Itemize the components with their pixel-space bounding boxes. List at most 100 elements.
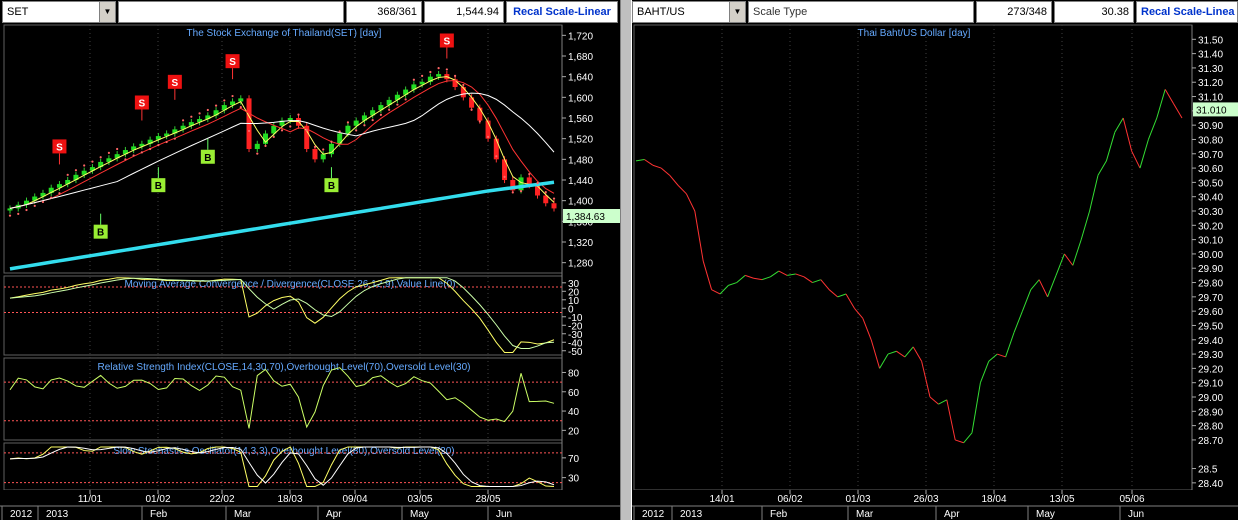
sar-dot bbox=[66, 173, 69, 176]
date-tick-label: 01/03 bbox=[845, 494, 870, 505]
date-tick-label: 14/01 bbox=[709, 494, 734, 505]
baht-plot-area bbox=[633, 24, 1193, 491]
sar-dot bbox=[511, 191, 514, 194]
sell-signal-label: S bbox=[229, 57, 236, 68]
sar-dot bbox=[256, 152, 259, 155]
sar-dot bbox=[388, 108, 391, 111]
date-tick-label: 06/02 bbox=[777, 494, 802, 505]
baht-tick-label: 29.80 bbox=[1198, 279, 1223, 290]
baht-chart-pane[interactable]: BAHT/US ▼ Scale Type 273/348 30.38 Recal… bbox=[632, 0, 1238, 520]
sar-dot bbox=[214, 104, 218, 107]
macd-tick-label: -50 bbox=[568, 347, 583, 358]
sar-dot bbox=[313, 145, 317, 149]
sar-dot bbox=[486, 135, 490, 138]
month-label: 2012 bbox=[642, 509, 665, 520]
date-tick-label: 05/06 bbox=[1119, 494, 1144, 505]
sar-dot bbox=[297, 113, 300, 116]
sar-dot bbox=[404, 98, 407, 101]
sar-dot bbox=[355, 129, 358, 132]
sar-dot bbox=[165, 140, 168, 144]
sar-dot bbox=[421, 74, 424, 77]
sar-dot bbox=[50, 196, 53, 199]
sell-signal-label: S bbox=[172, 78, 179, 89]
baht-tick-label: 28.70 bbox=[1198, 436, 1223, 447]
sar-dot bbox=[371, 118, 374, 122]
stoch-tick-label: 70 bbox=[568, 454, 580, 465]
candle-body bbox=[254, 143, 260, 149]
sar-dot bbox=[478, 120, 481, 123]
sar-dot bbox=[247, 129, 251, 133]
price-tick-label: 1,640 bbox=[568, 73, 593, 84]
price-tick-label: 1,320 bbox=[568, 238, 593, 249]
date-tick-label: 01/02 bbox=[145, 494, 170, 505]
baht-tick-label: 28.5 bbox=[1198, 465, 1218, 476]
sar-dot bbox=[346, 121, 350, 124]
month-label: Mar bbox=[856, 509, 874, 520]
candle-body bbox=[436, 74, 442, 77]
baht-tick-label: 30.70 bbox=[1198, 150, 1223, 161]
baht-chart-svg: Thai Baht/US Dollar [day] 31.50 31.40 31.30… bbox=[632, 24, 1238, 520]
date-tick-label: 18/03 bbox=[277, 494, 302, 505]
price-tick-label: 1,480 bbox=[568, 155, 593, 166]
baht-tick-label: 30.10 bbox=[1198, 236, 1223, 247]
date-tick-label: 11/01 bbox=[78, 494, 103, 505]
month-label: Jun bbox=[1128, 509, 1144, 520]
sar-dot bbox=[157, 144, 160, 147]
sar-dot bbox=[495, 155, 498, 158]
baht-panel-title: Thai Baht/US Dollar [day] bbox=[858, 28, 971, 39]
month-label: 2012 bbox=[10, 509, 33, 520]
sar-dot bbox=[17, 212, 20, 215]
baht-tick-label: 28.40 bbox=[1198, 479, 1223, 490]
date-tick-label: 26/03 bbox=[913, 494, 938, 505]
sar-dot bbox=[74, 169, 78, 172]
rsi-tick-label: 20 bbox=[568, 426, 580, 437]
sar-dot bbox=[149, 147, 152, 151]
sar-dot bbox=[437, 67, 440, 70]
candle-body bbox=[312, 149, 318, 160]
sar-dot bbox=[412, 78, 415, 81]
rsi-panel-title: Relative Strength Index(CLOSE,14,30,70),… bbox=[98, 362, 471, 373]
sar-dot bbox=[8, 214, 12, 217]
sar-dot bbox=[91, 160, 94, 163]
sar-dot bbox=[264, 144, 267, 147]
sar-dot bbox=[519, 190, 523, 193]
sar-dot bbox=[223, 99, 226, 102]
sar-dot bbox=[41, 200, 45, 204]
candle-body bbox=[551, 203, 557, 209]
month-label: Apr bbox=[326, 509, 342, 520]
buy-signal-label: B bbox=[204, 153, 211, 164]
rsi-tick-label: 80 bbox=[568, 368, 580, 379]
sar-dot bbox=[107, 151, 111, 154]
baht-tick-label: 29.10 bbox=[1198, 379, 1223, 390]
sar-dot bbox=[33, 204, 36, 207]
sar-dot bbox=[453, 74, 457, 77]
sar-dot bbox=[239, 106, 242, 109]
baht-tick-label: 31.30 bbox=[1198, 64, 1223, 75]
price-tick-label: 1,720 bbox=[568, 31, 593, 42]
sar-dot bbox=[181, 119, 185, 122]
buy-signal-label: B bbox=[328, 181, 335, 192]
sar-dot bbox=[536, 182, 539, 185]
baht-tick-label: 31.20 bbox=[1198, 78, 1223, 89]
pane-divider[interactable] bbox=[620, 0, 632, 520]
price-tick-label: 1,440 bbox=[568, 176, 593, 187]
price-tick-label: 1,280 bbox=[568, 259, 593, 270]
sar-dot bbox=[528, 172, 531, 176]
sar-dot bbox=[124, 158, 127, 161]
sar-dot bbox=[289, 125, 292, 128]
sar-dot bbox=[206, 108, 209, 112]
sar-dot bbox=[338, 130, 341, 133]
baht-tick-label: 29.30 bbox=[1198, 350, 1223, 361]
sar-dot bbox=[272, 135, 275, 138]
baht-tick-label: 28.90 bbox=[1198, 407, 1223, 418]
baht-tick-label: 29.00 bbox=[1198, 393, 1223, 404]
date-tick-label: 18/04 bbox=[981, 494, 1006, 505]
baht-tick-label: 30.80 bbox=[1198, 135, 1223, 146]
baht-tick-label: 30.40 bbox=[1198, 193, 1223, 204]
sar-dot bbox=[99, 156, 102, 159]
month-label: Feb bbox=[770, 509, 788, 520]
set-chart-pane[interactable]: SET ▼ 368/361 1,544.94 Recal Scale-Linea… bbox=[0, 0, 620, 520]
baht-tick-label: 29.50 bbox=[1198, 321, 1223, 332]
sell-signal-label: S bbox=[56, 142, 63, 153]
sar-dot bbox=[544, 191, 547, 194]
